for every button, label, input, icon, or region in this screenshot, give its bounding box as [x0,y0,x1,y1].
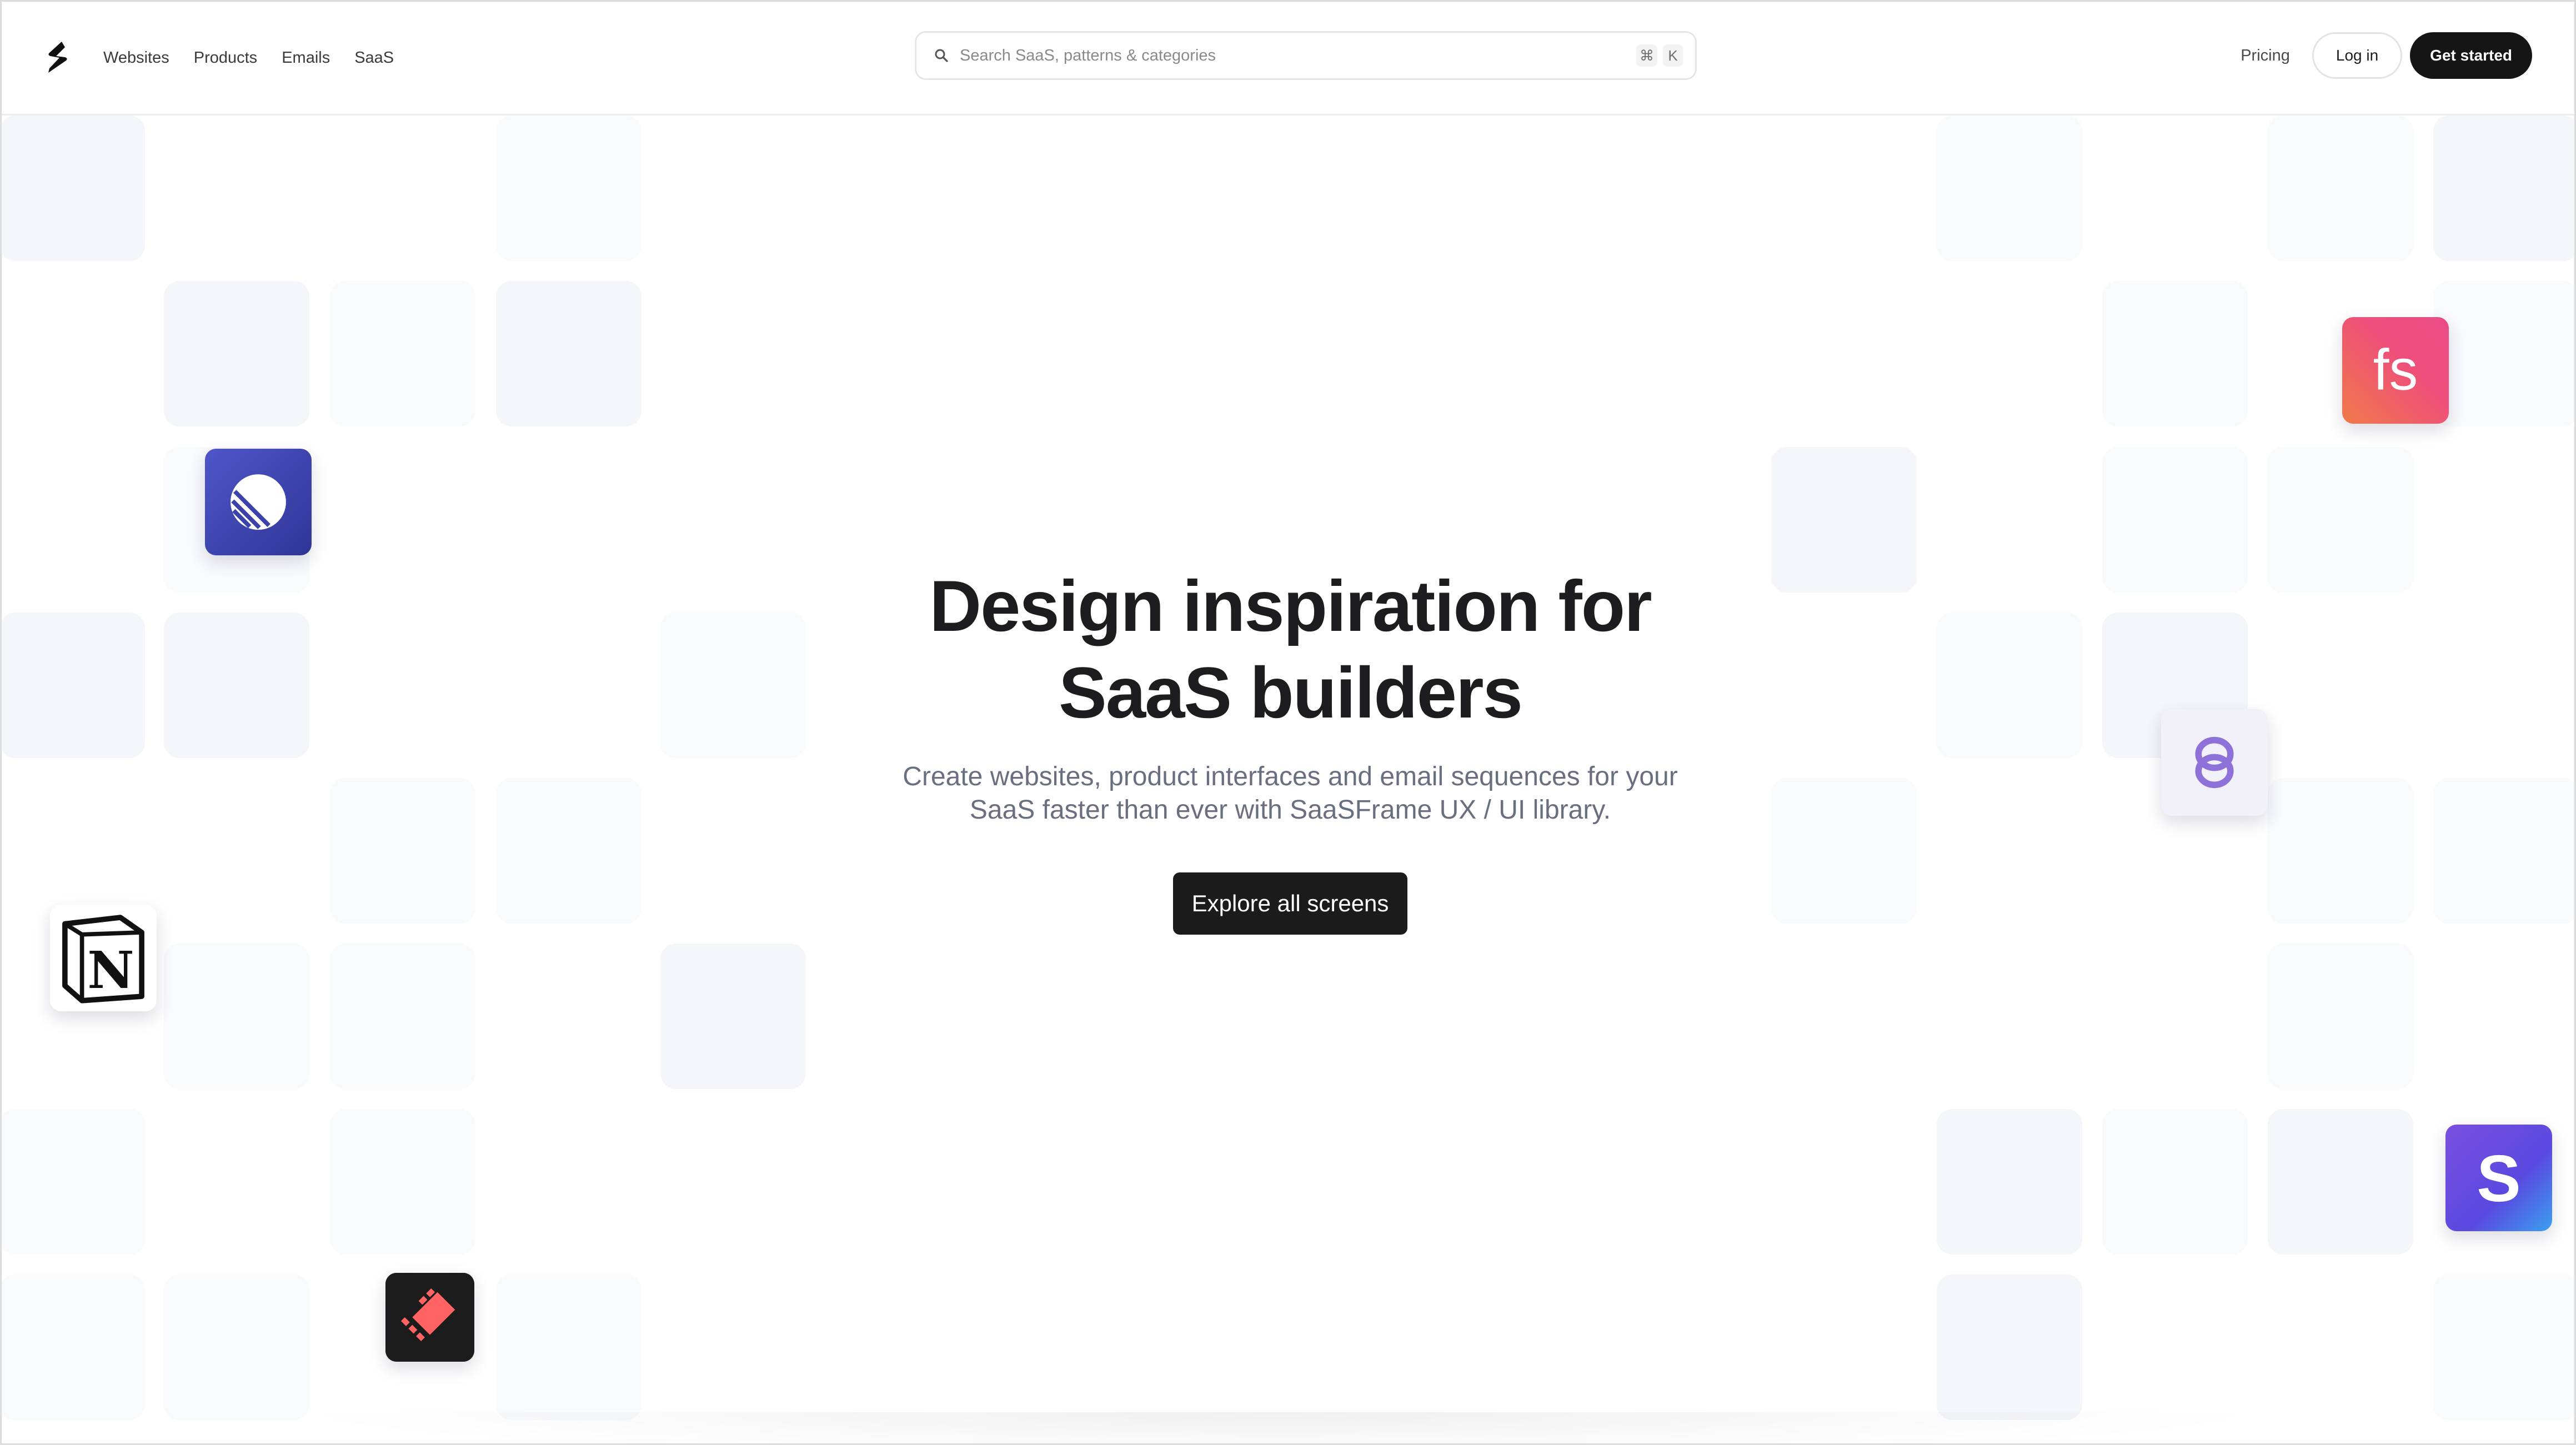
hero-title-line-1: Design inspiration for [929,565,1652,646]
tile [2268,447,2413,593]
k-key: K [1663,44,1683,67]
linear-app-icon [205,449,312,555]
tile [164,1275,309,1420]
tile [2268,778,2413,924]
tile [2268,1109,2413,1255]
fs-app-icon: fs [2342,317,2449,424]
nav-emails[interactable]: Emails [282,45,330,71]
tile [496,116,642,261]
tile [660,944,806,1089]
explore-all-screens-button[interactable]: Explore all screens [1172,872,1408,935]
nav-websites[interactable]: Websites [103,45,169,71]
tile [164,281,309,427]
notion-app-icon: N [50,905,157,1011]
tile [2,1275,145,1420]
stripe-app-icon: S [2445,1125,2552,1231]
nav-products[interactable]: Products [194,45,257,71]
hero-title: Design inspiration for SaaS builders [824,563,1757,736]
tile [330,281,475,427]
get-started-button[interactable]: Get started [2410,32,2532,79]
tile [1937,613,2082,758]
tile [2433,1275,2574,1420]
tile [2102,281,2248,427]
keyboard-shortcut-hint: ⌘ K [1636,44,1683,67]
tile [2102,1109,2248,1255]
tile [660,613,806,758]
tile [2,613,145,758]
saasframe-logo-icon[interactable] [45,41,71,74]
tile [330,1109,475,1255]
tile [1937,1275,2082,1420]
tile [330,944,475,1089]
tile [330,778,475,924]
search-bar[interactable]: ⌘ K [915,31,1697,80]
tile [2,1109,145,1255]
pricing-link[interactable]: Pricing [2241,47,2290,65]
tile [2268,944,2413,1089]
tile [1771,778,1917,924]
top-navigation-bar: Websites Products Emails SaaS ⌘ K Pricin… [2,2,2574,116]
tile [2268,116,2413,261]
tile [2433,281,2574,427]
main-nav: Websites Products Emails SaaS [103,45,394,71]
svg-text:S: S [2477,1142,2520,1216]
nav-saas[interactable]: SaaS [354,45,394,71]
raycast-app-icon [385,1273,474,1362]
svg-text:N: N [87,940,134,1000]
svg-text:fs: fs [2373,338,2418,402]
tile [1937,1109,2082,1255]
tile [2433,116,2574,261]
tile [1771,447,1917,593]
command-key: ⌘ [1636,44,1657,67]
tile [164,613,309,758]
tile [496,1275,642,1420]
tile [2102,447,2248,593]
tile [496,281,642,427]
tile [496,778,642,924]
browser-viewport: N fs S Websites Products Emails SaaS Sea… [0,0,2576,1445]
tile [2,116,145,261]
rings-app-icon [2161,709,2268,816]
search-input[interactable] [959,46,1636,66]
tile [164,944,309,1089]
tile [1937,116,2082,261]
tile [2433,778,2574,924]
hero-subtitle: Create websites, product interfaces and … [903,762,1678,825]
login-button[interactable]: Log in [2312,32,2403,79]
hero-section: Design inspiration for SaaS builders Cre… [824,563,1757,935]
hero-title-line-2: SaaS builders [1059,652,1523,733]
header-actions: Pricing Log in Get started [2241,32,2532,79]
bottom-shadow [279,1412,2279,1443]
search-icon [935,49,948,62]
